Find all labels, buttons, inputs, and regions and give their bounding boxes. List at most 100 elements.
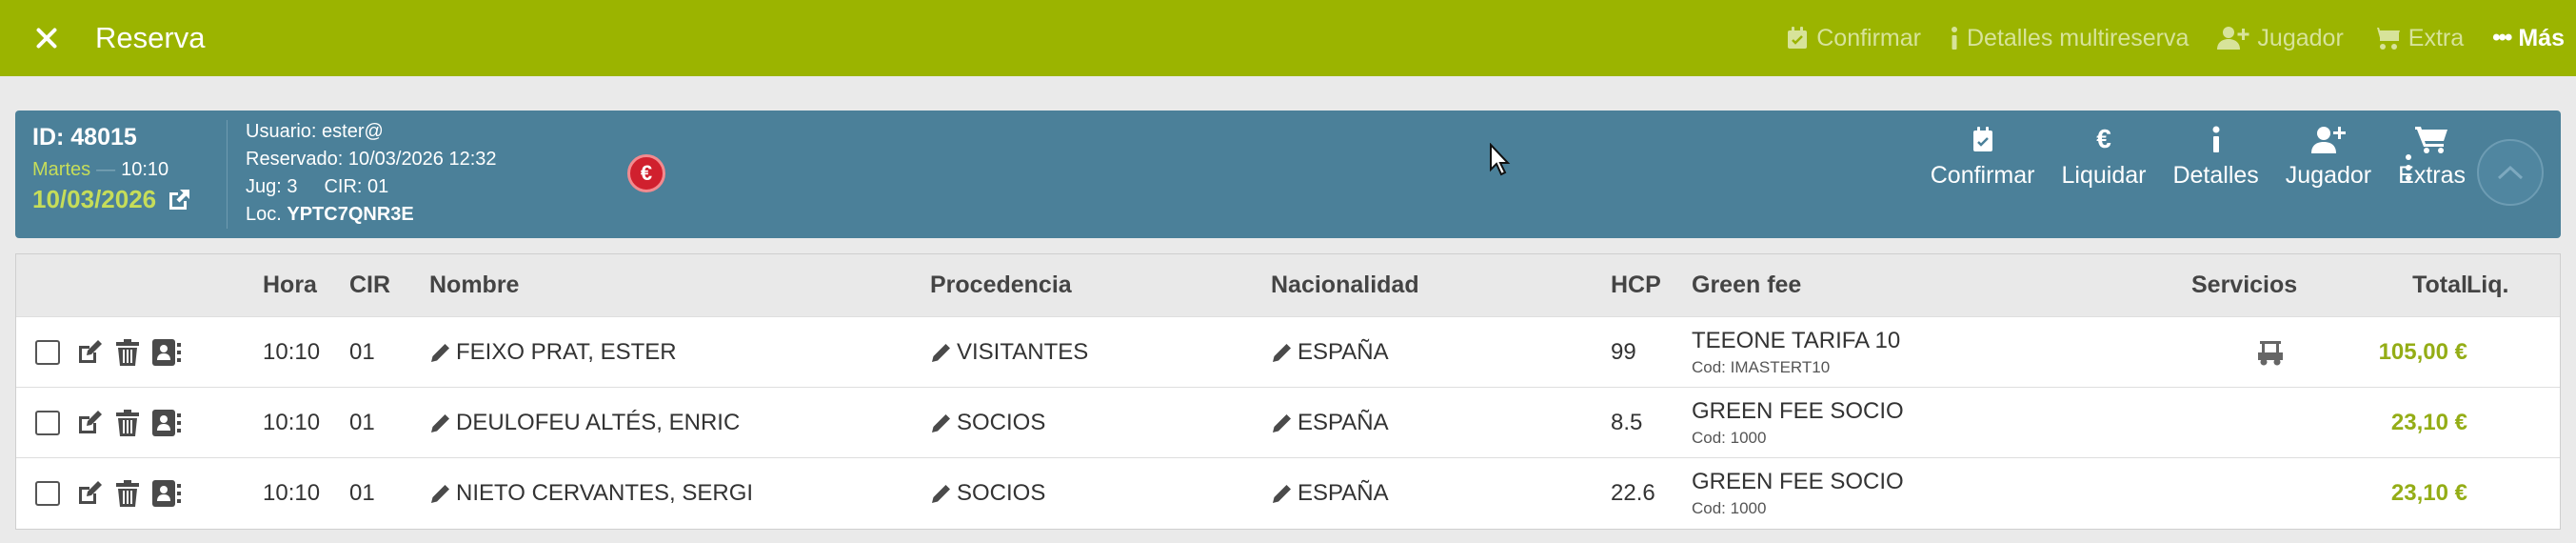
row-checkbox[interactable]	[35, 410, 60, 435]
chevron-up-icon	[2497, 165, 2524, 180]
cell-hcp: 22.6	[1611, 480, 1655, 506]
pencil-icon	[429, 341, 452, 364]
col-procedencia[interactable]: Procedencia	[930, 254, 1072, 316]
cell-cir: 01	[349, 338, 375, 365]
mas-button[interactable]: ••• Más	[2492, 25, 2565, 52]
cell-cir: 01	[349, 409, 375, 435]
col-total[interactable]: Total	[2353, 254, 2467, 316]
loc-code: YPTC7QNR3E	[287, 204, 414, 225]
col-nacionalidad[interactable]: Nacionalidad	[1271, 254, 1419, 316]
confirmar-top-label: Confirmar	[1816, 24, 1921, 51]
table-row: 10:10 01 DEULOFEU ALTÉS, ENRIC SOCIOS ES…	[16, 388, 2560, 458]
col-servicios[interactable]: Servicios	[2191, 254, 2297, 316]
cell-hcp: 99	[1611, 338, 1636, 365]
liquidar-button[interactable]: € Liquidar	[2062, 124, 2147, 190]
info-icon	[1952, 27, 1957, 50]
cell-procedencia[interactable]: VISITANTES	[930, 317, 1088, 387]
col-hora[interactable]: Hora	[263, 254, 317, 316]
col-hcp[interactable]: HCP	[1611, 254, 1661, 316]
table-row: 10:10 01 NIETO CERVANTES, SERGI SOCIOS E…	[16, 458, 2560, 529]
cell-nacionalidad[interactable]: ESPAÑA	[1271, 317, 1389, 387]
contact-card-icon[interactable]	[151, 338, 182, 367]
col-cir[interactable]: CIR	[349, 254, 390, 316]
pencil-icon	[1271, 482, 1294, 505]
separator-dash: —	[96, 159, 116, 180]
jugador-top-button[interactable]: Jugador	[2217, 24, 2344, 52]
cell-hcp: 8.5	[1611, 409, 1643, 435]
trash-icon[interactable]	[115, 409, 140, 437]
green-fee-code: Cod: IMASTERT10	[1692, 357, 1831, 376]
calendar-check-icon	[1972, 127, 1992, 151]
detalles-multireserva-button[interactable]: Detalles multireserva	[1950, 25, 2189, 52]
players-table: Hora CIR Nombre Procedencia Nacionalidad…	[15, 253, 2561, 530]
pencil-icon	[930, 482, 953, 505]
green-fee-name: GREEN FEE SOCIO	[1692, 397, 1904, 424]
confirmar-label: Confirmar	[1930, 162, 2035, 189]
loc-line: Loc. YPTC7QNR3E	[246, 201, 497, 229]
cell-nombre[interactable]: FEIXO PRAT, ESTER	[429, 317, 677, 387]
nacionalidad-text: ESPAÑA	[1298, 338, 1389, 365]
nacionalidad-text: ESPAÑA	[1298, 409, 1389, 435]
cell-nacionalidad[interactable]: ESPAÑA	[1271, 388, 1389, 457]
nacionalidad-text: ESPAÑA	[1298, 480, 1389, 506]
reservation-meta: Usuario: ester@ Reservado: 10/03/2026 12…	[246, 118, 497, 229]
trash-icon[interactable]	[115, 479, 140, 508]
close-icon[interactable]	[31, 23, 62, 53]
nombre-text: FEIXO PRAT, ESTER	[456, 338, 677, 365]
reservation-date: 10/03/2026	[32, 185, 157, 213]
reservation-id: ID: 48015	[32, 124, 137, 151]
cell-hora: 10:10	[263, 338, 321, 365]
edit-icon[interactable]	[75, 409, 104, 437]
procedencia-text: SOCIOS	[957, 480, 1046, 506]
green-fee-code: Cod: 1000	[1692, 428, 1767, 447]
col-liq[interactable]: Liq.	[2467, 254, 2508, 316]
reservation-time: 10:10	[121, 159, 169, 180]
jugador-top-label: Jugador	[2257, 24, 2344, 51]
reservado-text: Reservado: 10/03/2026 12:32	[246, 149, 497, 170]
col-green-fee[interactable]: Green fee	[1692, 254, 1801, 316]
collapse-button[interactable]	[2477, 139, 2544, 206]
extra-top-button[interactable]: Extra	[2371, 24, 2465, 52]
edit-icon[interactable]	[75, 479, 104, 508]
cell-nombre[interactable]: NIETO CERVANTES, SERGI	[429, 458, 753, 529]
trash-icon[interactable]	[115, 338, 140, 367]
nombre-text: NIETO CERVANTES, SERGI	[456, 480, 754, 506]
confirmar-top-button[interactable]: Confirmar	[1786, 25, 1921, 52]
cell-procedencia[interactable]: SOCIOS	[930, 458, 1045, 529]
golf-cart-icon[interactable]	[2255, 317, 2286, 387]
col-nombre[interactable]: Nombre	[429, 254, 519, 316]
cell-total: 105,00 €	[2378, 338, 2467, 365]
cell-nombre[interactable]: DEULOFEU ALTÉS, ENRIC	[429, 388, 740, 457]
day-of-week: Martes	[32, 159, 91, 180]
procedencia-text: VISITANTES	[957, 338, 1089, 365]
row-checkbox[interactable]	[35, 339, 60, 365]
more-dots-icon: •••	[2492, 25, 2512, 50]
edit-icon[interactable]	[75, 338, 104, 367]
user-plus-icon	[2217, 27, 2249, 50]
top-actions: Confirmar Detalles multireserva Jugador …	[1786, 0, 2565, 76]
usuario-text: Usuario: ester@	[246, 121, 384, 142]
green-fee-code: Cod: 1000	[1692, 499, 1767, 517]
contact-card-icon[interactable]	[151, 479, 182, 508]
contact-card-icon[interactable]	[151, 409, 182, 437]
detalles-label: Detalles	[2172, 162, 2259, 189]
cell-total: 23,10 €	[2390, 480, 2467, 506]
confirmar-button[interactable]: Confirmar	[1931, 124, 2035, 190]
more-options-icon[interactable]	[2399, 139, 2418, 196]
top-bar: Reserva Confirmar Detalles multireserva …	[0, 0, 2576, 76]
detalles-button[interactable]: Detalles	[2172, 124, 2259, 190]
reservation-panel: ID: 48015 Martes —10:10 10/03/2026 Usuari…	[15, 111, 2561, 238]
cell-cir: 01	[349, 480, 375, 506]
cell-procedencia[interactable]: SOCIOS	[930, 388, 1045, 457]
payment-status-badge[interactable]: €	[627, 154, 665, 192]
procedencia-text: SOCIOS	[957, 409, 1046, 435]
panel-actions: Confirmar € Liquidar Detalles Jugador Ex…	[1931, 124, 2466, 190]
cir-text: CIR: 01	[324, 176, 389, 197]
row-checkbox[interactable]	[35, 481, 60, 506]
jugador-button[interactable]: Jugador	[2286, 124, 2371, 190]
external-link-icon[interactable]	[166, 187, 192, 213]
detalles-multireserva-label: Detalles multireserva	[1967, 24, 2190, 51]
extra-top-label: Extra	[2408, 24, 2465, 51]
cell-green-fee: GREEN FEE SOCIO Cod: 1000	[1692, 388, 1904, 457]
cell-nacionalidad[interactable]: ESPAÑA	[1271, 458, 1389, 529]
